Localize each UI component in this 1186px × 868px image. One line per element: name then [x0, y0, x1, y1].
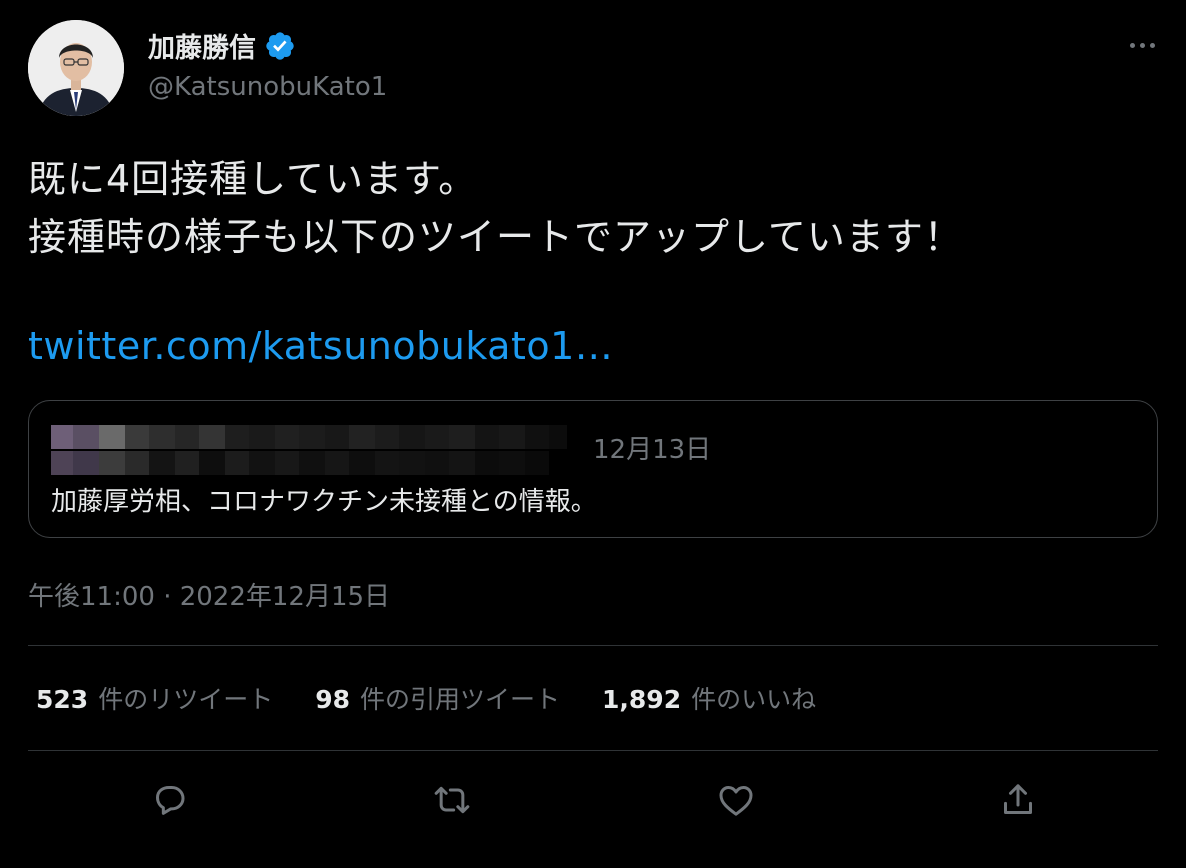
retweet-count-stat[interactable]: 523 件のリツイート [36, 680, 273, 716]
avatar[interactable] [28, 20, 124, 116]
author-handle[interactable]: @KatsunobuKato1 [148, 72, 387, 102]
retweet-icon [434, 786, 470, 814]
tweet-text: 既に4回接種しています。 接種時の様子も以下のツイートでアップしています！ [28, 150, 1158, 266]
retweet-label: 件のリツイート [98, 685, 274, 714]
more-options-icon[interactable] [1124, 30, 1160, 60]
engagement-stats: 523 件のリツイート 98 件の引用ツイート 1,892 件のいいね [36, 680, 858, 716]
retweet-count: 523 [36, 685, 89, 714]
quoted-tweet[interactable]: 12月13日 加藤厚労相、コロナワクチン未接種との情報。 [28, 400, 1158, 538]
verified-badge-icon [266, 31, 294, 60]
reply-icon [156, 786, 185, 815]
retweet-button[interactable] [428, 776, 476, 824]
tweet-line-2: 接種時の様子も以下のツイートでアップしています！ [28, 215, 963, 259]
tweet-timestamp[interactable]: 午後11:00 · 2022年12月15日 [28, 576, 390, 613]
author-display-name[interactable]: 加藤勝信 [148, 26, 296, 65]
quote-text: 加藤厚労相、コロナワクチン未接種との情報。 [51, 487, 597, 517]
quote-count: 98 [315, 685, 350, 714]
like-count-stat[interactable]: 1,892 件のいいね [602, 680, 816, 716]
like-button[interactable] [712, 776, 760, 824]
profile-photo [28, 20, 124, 116]
share-icon [1004, 784, 1032, 814]
divider [28, 645, 1158, 646]
blurred-quote-handle [51, 451, 549, 475]
like-label: 件のいいね [691, 685, 817, 714]
quote-count-stat[interactable]: 98 件の引用ツイート [315, 680, 560, 716]
like-icon [719, 786, 753, 816]
tweet-link[interactable]: twitter.com/katsunobukato1… [28, 324, 613, 368]
divider [28, 750, 1158, 751]
quote-label: 件の引用ツイート [360, 685, 561, 714]
like-count: 1,892 [602, 685, 682, 714]
share-button[interactable] [994, 776, 1042, 824]
blurred-quote-author [51, 425, 567, 449]
quote-date: 12月13日 [593, 435, 712, 465]
display-name-text: 加藤勝信 [148, 33, 256, 64]
tweet-line-1: 既に4回接種しています。 [28, 157, 478, 201]
reply-button[interactable] [146, 776, 194, 824]
